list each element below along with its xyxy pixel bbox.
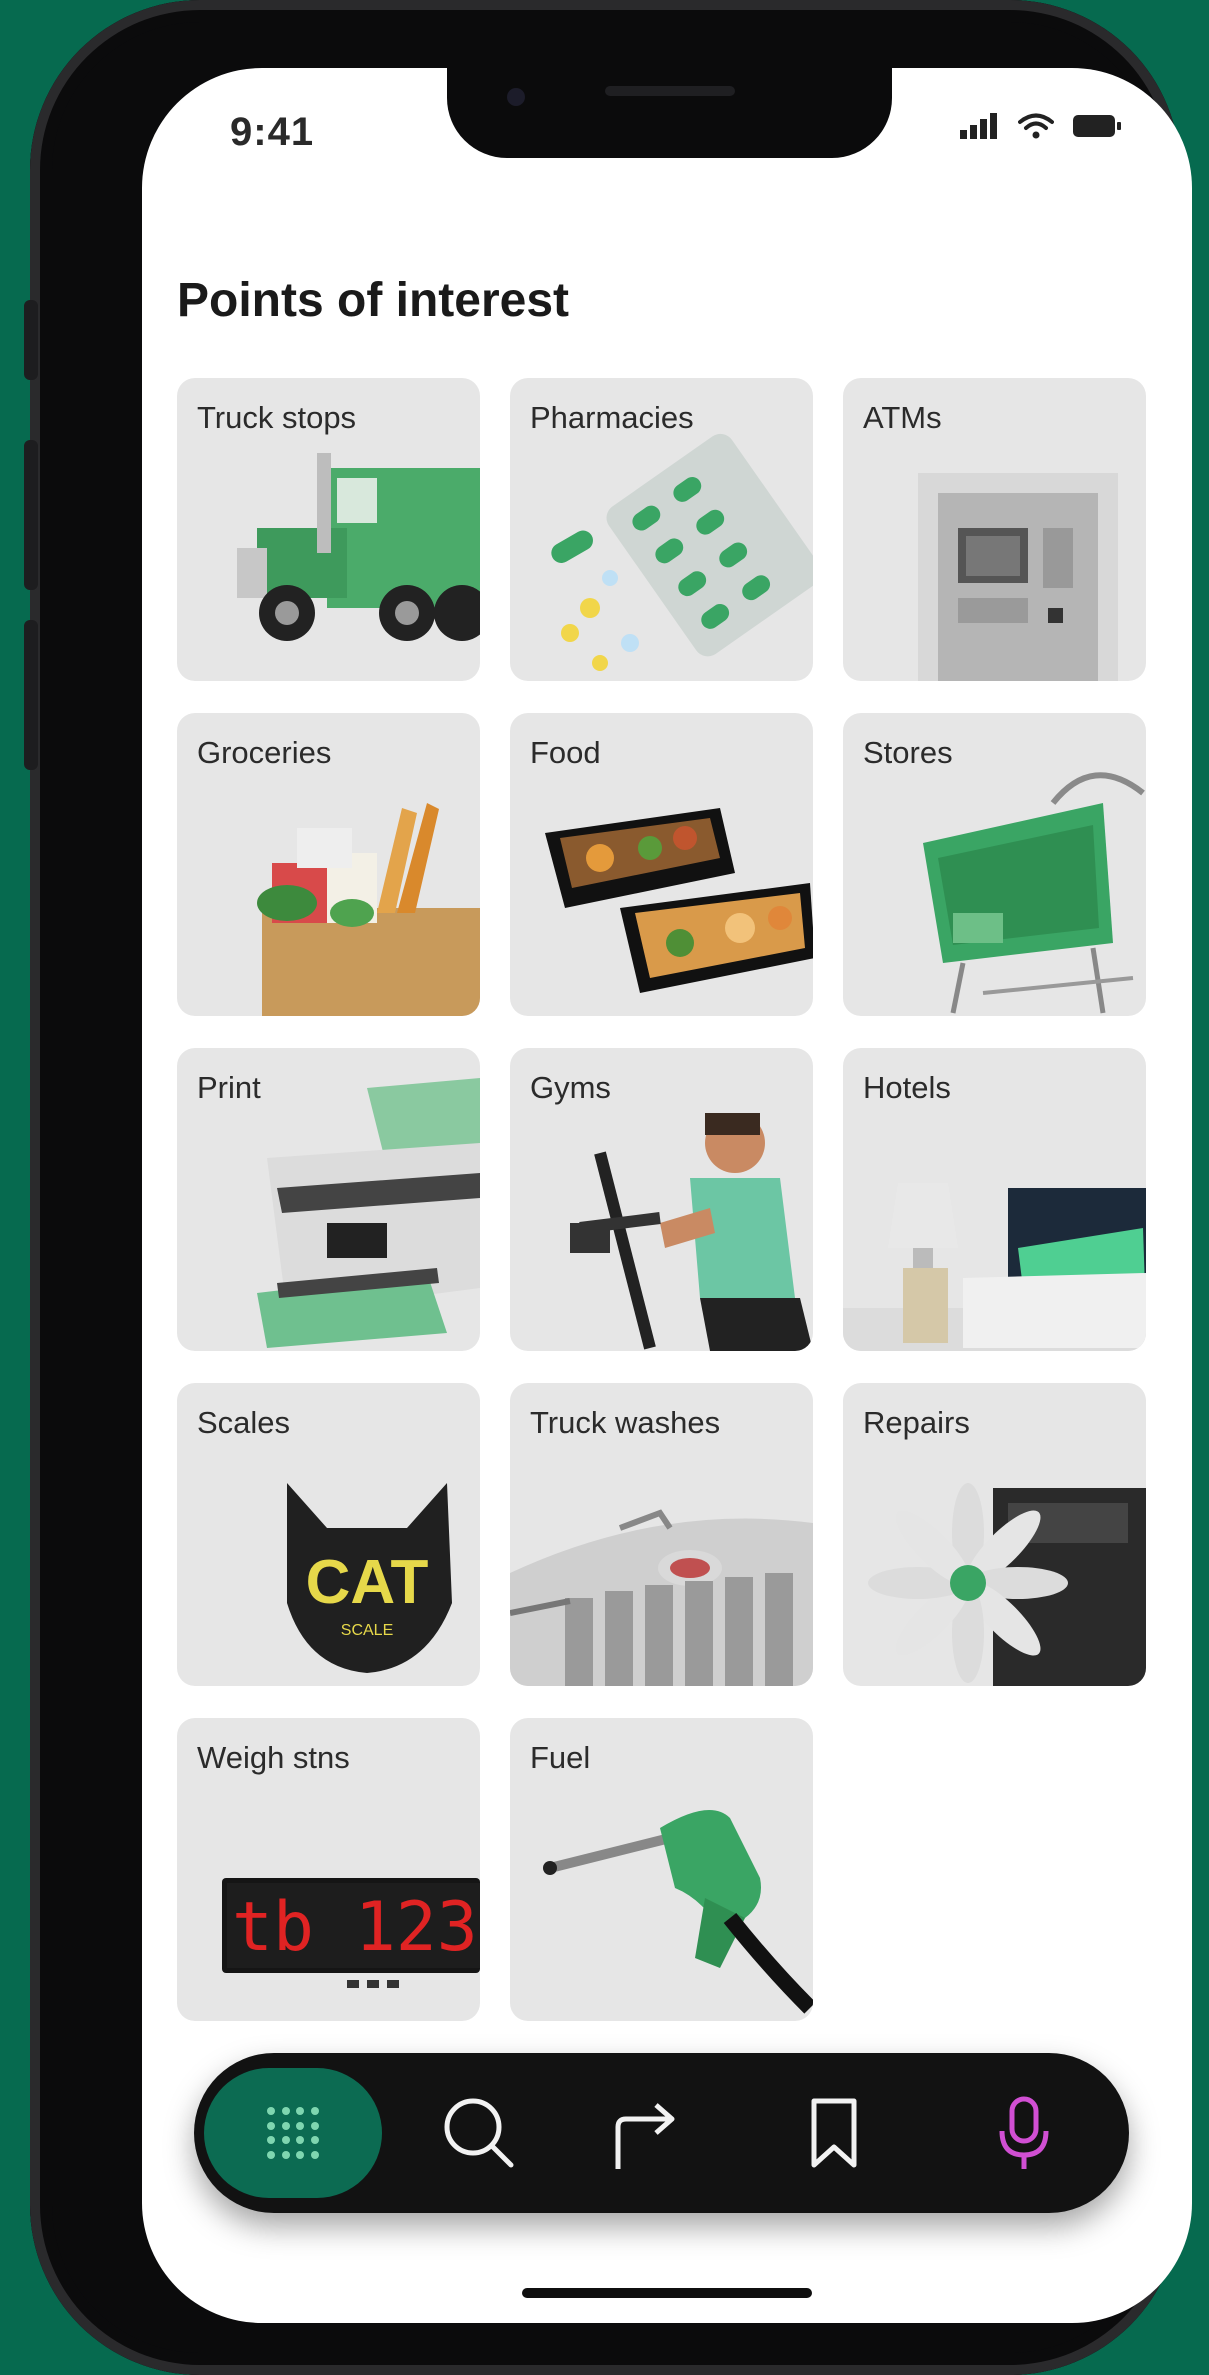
- nav-directions-button[interactable]: [574, 2053, 714, 2213]
- front-camera: [507, 88, 525, 106]
- notch: [447, 68, 892, 158]
- search-icon: [444, 2098, 514, 2168]
- status-time: 9:41: [230, 110, 315, 154]
- nav-voice-button[interactable]: [954, 2053, 1094, 2213]
- status-icons: [960, 113, 1122, 139]
- tile-label: Groceries: [197, 735, 332, 770]
- tile-label: Fuel: [530, 1740, 591, 1775]
- tile-stores[interactable]: Stores: [843, 713, 1146, 1016]
- silent-switch: [24, 300, 38, 380]
- nav-search-button[interactable]: [409, 2053, 549, 2213]
- tile-fuel[interactable]: Fuel: [510, 1718, 813, 2021]
- tile-label: Scales: [197, 1405, 291, 1440]
- tile-repairs[interactable]: Repairs: [843, 1383, 1146, 1686]
- tile-truck-washes[interactable]: Truck washes: [510, 1383, 813, 1686]
- signal-bars-icon: [960, 113, 997, 139]
- tile-label: Stores: [863, 735, 953, 770]
- tile-weigh-stations[interactable]: Weigh stns tb 123: [177, 1718, 480, 2021]
- wifi-icon: [1018, 113, 1054, 139]
- tile-food[interactable]: Food: [510, 713, 813, 1016]
- tile-label: Food: [530, 735, 601, 770]
- volume-up-button: [24, 440, 38, 590]
- page-title: Points of interest: [177, 274, 570, 327]
- tile-label: Truck stops: [197, 400, 357, 435]
- tile-print[interactable]: Print: [177, 1048, 480, 1351]
- microphone-icon: [999, 2096, 1049, 2169]
- tile-label: Repairs: [863, 1405, 970, 1440]
- bottom-nav-bar: [194, 2053, 1129, 2213]
- tile-atms[interactable]: ATMs: [843, 378, 1146, 681]
- tile-hotels[interactable]: Hotels: [843, 1048, 1146, 1351]
- tile-gyms[interactable]: Gyms: [510, 1048, 813, 1351]
- svg-text:tb 123: tb 123: [232, 1888, 478, 1967]
- svg-text:CAT: CAT: [306, 1548, 429, 1617]
- tile-label: Truck washes: [530, 1405, 721, 1440]
- screen: 9:41 Points of interest Truck stops Phar…: [142, 68, 1192, 2323]
- bookmark-icon: [811, 2098, 857, 2168]
- tile-label: Pharmacies: [530, 400, 694, 435]
- tile-truck-stops[interactable]: Truck stops: [177, 378, 480, 681]
- tile-scales[interactable]: Scales CAT SCALE: [177, 1383, 480, 1686]
- earpiece-speaker: [604, 86, 735, 96]
- turn-arrow-icon: [615, 2103, 675, 2169]
- tile-label: Gyms: [530, 1070, 611, 1105]
- grid-dots-icon: [267, 2107, 319, 2159]
- nav-saved-button[interactable]: [764, 2053, 904, 2213]
- svg-text:SCALE: SCALE: [341, 1622, 393, 1639]
- tile-label: Print: [197, 1070, 261, 1105]
- battery-icon: [1073, 115, 1121, 137]
- phone-frame: 9:41 Points of interest Truck stops Phar…: [24, 0, 1192, 2375]
- tile-label: Weigh stns: [197, 1740, 350, 1775]
- tile-groceries[interactable]: Groceries: [177, 713, 480, 1016]
- tile-label: Hotels: [863, 1070, 951, 1105]
- volume-down-button: [24, 620, 38, 770]
- home-indicator: [522, 2288, 812, 2298]
- nav-grid-menu-button[interactable]: [204, 2068, 382, 2198]
- tile-label: ATMs: [863, 400, 942, 435]
- tile-pharmacies[interactable]: Pharmacies: [510, 378, 813, 681]
